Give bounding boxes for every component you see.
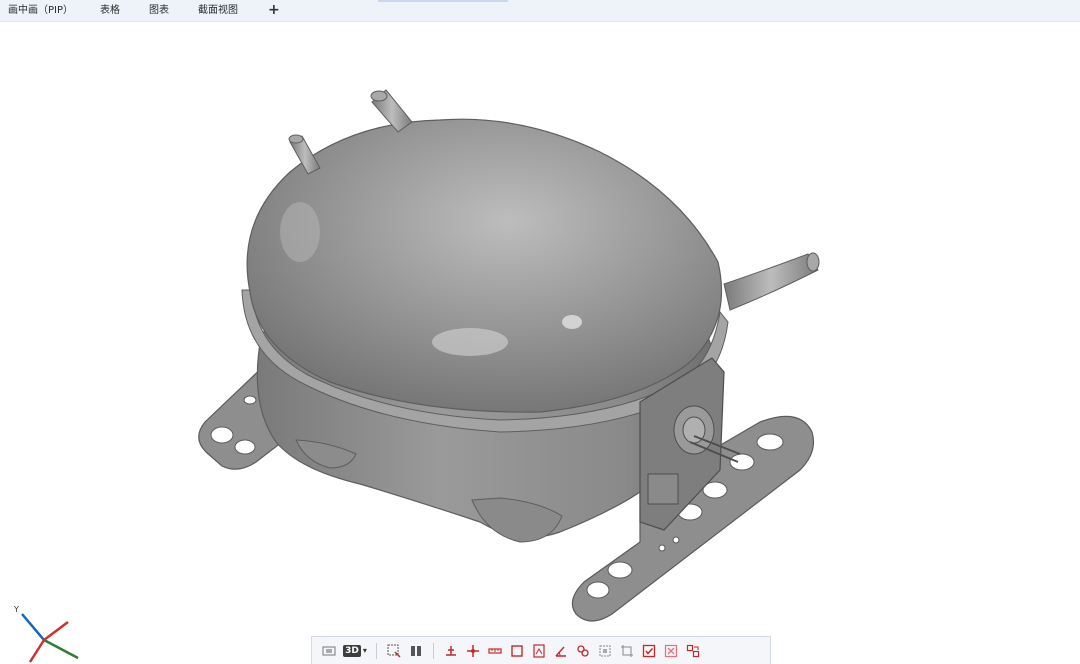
report-icon <box>533 643 545 658</box>
tab-table[interactable]: 表格 <box>100 0 120 22</box>
measure-button[interactable] <box>484 640 506 662</box>
origin-button[interactable] <box>462 640 484 662</box>
delete-button[interactable] <box>660 640 682 662</box>
z-axis-icon <box>21 613 45 641</box>
process-tube <box>723 252 820 311</box>
check-icon <box>642 644 656 657</box>
angle-button[interactable] <box>550 640 572 662</box>
split-view-button[interactable] <box>405 640 427 662</box>
align-icon <box>446 645 456 656</box>
transform-button[interactable] <box>682 640 704 662</box>
triad-y-label: Y <box>13 605 19 614</box>
transform-icon <box>686 644 700 657</box>
chevron-down-icon: ▾ <box>362 646 367 655</box>
x-axis-neg-icon <box>28 639 46 663</box>
link-icon <box>577 644 589 657</box>
grid-icon <box>599 645 611 656</box>
fit-view-icon <box>322 646 336 655</box>
y-axis-icon <box>43 638 79 660</box>
select-region-icon <box>387 644 401 658</box>
add-tab-button[interactable]: + <box>268 0 280 22</box>
measure-icon <box>488 647 502 654</box>
view-mode-label: 3D <box>343 644 361 657</box>
view-mode-dropdown[interactable]: 3D ▾ <box>340 641 370 661</box>
delete-icon <box>664 644 678 657</box>
tab-bar: 画中画（PIP） 表格 图表 截面视图 + <box>0 0 1080 22</box>
view-toolbar: 3D ▾ <box>311 636 771 664</box>
tab-pip[interactable]: 画中画（PIP） <box>8 0 73 22</box>
axis-triad: Y <box>13 605 79 663</box>
compressor-scan-model[interactable] <box>0 22 1080 664</box>
toolbar-separator <box>376 642 377 659</box>
link-button[interactable] <box>572 640 594 662</box>
check-button[interactable] <box>638 640 660 662</box>
align-button[interactable] <box>440 640 462 662</box>
frame-icon <box>511 644 523 657</box>
origin-icon <box>467 644 479 657</box>
tab-bar-accent <box>378 0 508 2</box>
x-axis-icon <box>43 621 69 641</box>
tab-chart[interactable]: 图表 <box>149 0 169 22</box>
compressor-dome <box>246 118 723 413</box>
frame-button[interactable] <box>506 640 528 662</box>
fit-view-button[interactable] <box>318 640 340 662</box>
select-region-button[interactable] <box>383 640 405 662</box>
split-view-icon <box>411 645 421 656</box>
angle-icon <box>555 646 566 657</box>
crop-button[interactable] <box>616 640 638 662</box>
tab-section-view[interactable]: 截面视图 <box>198 0 238 22</box>
toolbar-separator <box>433 642 434 659</box>
crop-icon <box>621 644 633 657</box>
grid-button[interactable] <box>594 640 616 662</box>
report-button[interactable] <box>528 640 550 662</box>
3d-viewport[interactable]: Y <box>0 22 1080 664</box>
